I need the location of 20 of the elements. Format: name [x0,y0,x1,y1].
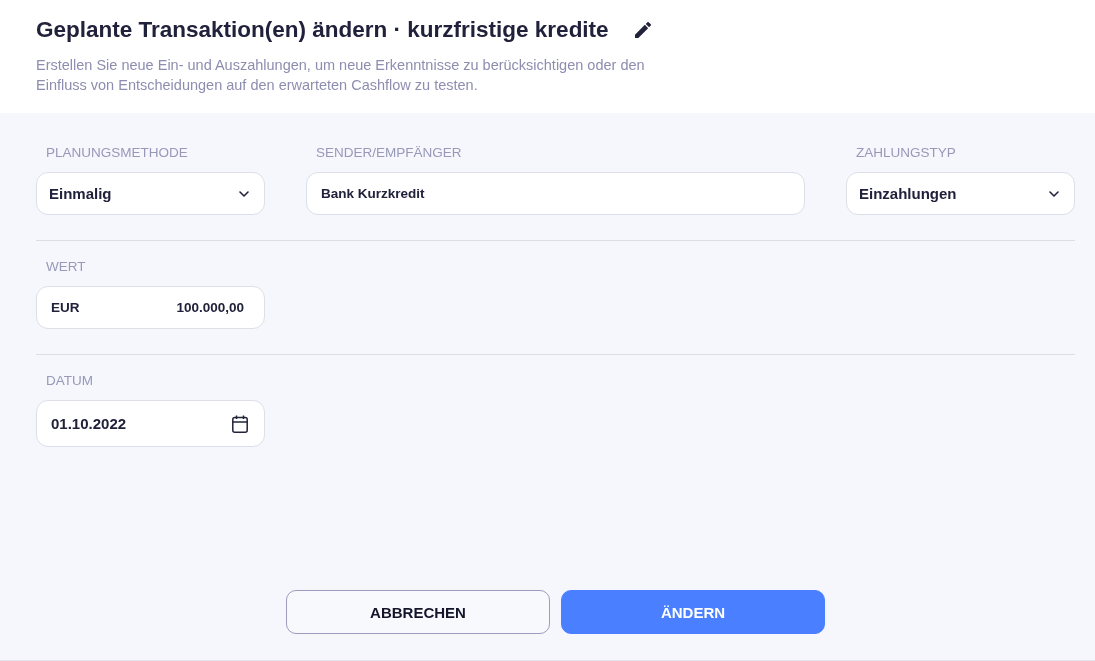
amount-value: 100.000,00 [176,300,244,315]
field-label: ZAHLUNGSTYP [855,144,957,162]
currency-code: EUR [51,300,80,315]
dialog-description: Erstellen Sie neue Ein- und Auszahlungen, um neue Erkenntnisse zu berücksichtigen oder den Einfluss von Entscheidungen auf den erwarteten Cashflow zu testen. [36,56,646,95]
field-label: SENDER/EMPFÄNGER [315,144,463,162]
field-label: WERT [45,258,87,276]
dropdown[interactable]: Einmalig [36,172,265,215]
submit-button[interactable]: ÄNDERN [561,590,825,634]
chevron-icon [239,190,249,197]
dropdown[interactable]: Einzahlungen [846,172,1075,215]
chevron-icon [1049,190,1059,197]
field-label: PLANUNGSMETHODE [45,144,189,162]
date-field[interactable]: 01.10.2022 [36,400,265,447]
cancel-button[interactable]: ABBRECHEN [286,590,550,634]
field-label: DATUM [45,372,94,390]
amount-field[interactable]: EUR 100.000,00 [36,286,265,329]
calendar-icon[interactable] [232,414,248,433]
dialog-title: Geplante Transaktion(en) ändern · kurzfristige kredite [36,16,609,44]
pencil-icon[interactable] [634,22,651,38]
text-field[interactable]: Bank Kurzkredit [306,172,805,215]
